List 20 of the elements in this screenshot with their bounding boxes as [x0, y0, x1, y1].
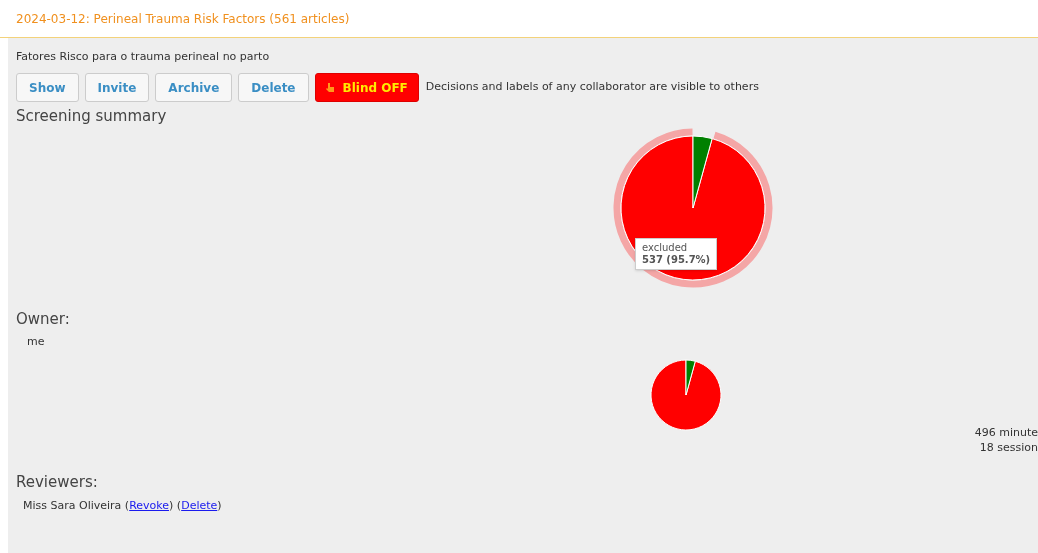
action-button[interactable]: Invite — [84, 73, 150, 102]
tooltip-label: excluded — [642, 242, 689, 254]
owner-name: me — [27, 334, 46, 350]
action-button[interactable]: Show — [16, 73, 79, 102]
action-button[interactable]: Delete — [238, 73, 309, 102]
section-heading: Reviewers: — [16, 472, 99, 491]
reviewer-link[interactable]: Delete — [181, 498, 218, 512]
action-button[interactable]: Archive — [155, 73, 233, 102]
blind-note: Decisions and labels of any collaborator are visible to others — [425, 79, 759, 96]
section-heading: Screening summary — [16, 107, 168, 125]
stat-text: 496 minute — [974, 424, 1038, 440]
tooltip-value: 537 (95.7%) — [642, 254, 711, 266]
stat-text: 18 session — [979, 439, 1038, 455]
hand-icon — [325, 83, 335, 92]
reviewer-entry: Miss Sara Oliveira (Revoke) (Delete) — [23, 497, 223, 514]
section-heading: Owner: — [16, 310, 71, 328]
page-title: 2024-03-12: Perineal Trauma Risk Factors (561 articles) — [16, 10, 350, 28]
blind-toggle-button[interactable]: Blind OFF — [314, 73, 419, 102]
reviewer-link[interactable]: Revoke — [129, 498, 170, 512]
project-description: Fatores Risco para o trauma perineal no parto — [16, 50, 271, 64]
